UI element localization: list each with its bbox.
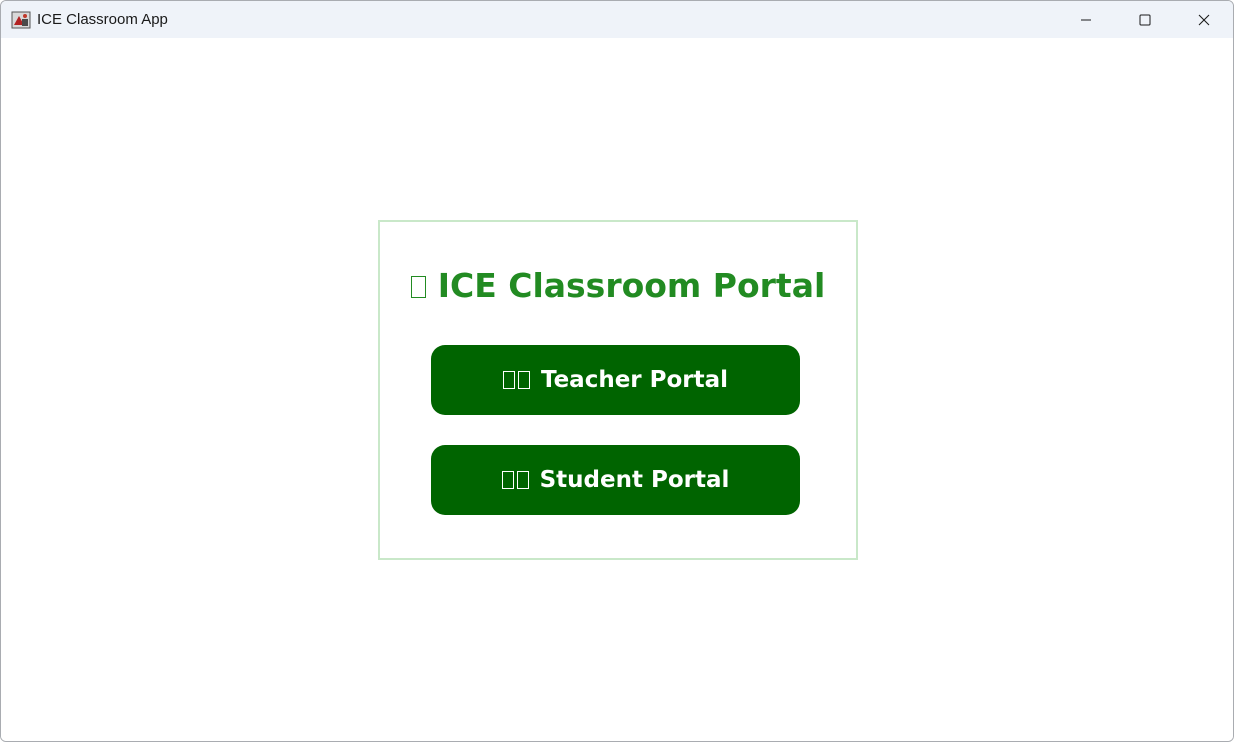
missing-glyph-icon	[410, 276, 426, 298]
app-window: ICE Classroom App ICE Classroom Portal T…	[0, 0, 1234, 742]
teacher-portal-button[interactable]: Teacher Portal	[431, 345, 800, 415]
maximize-icon	[1139, 14, 1151, 25]
title-bar[interactable]: ICE Classroom App	[1, 1, 1233, 38]
java-app-icon	[11, 11, 31, 29]
student-portal-label: Student Portal	[539, 467, 730, 493]
student-portal-button[interactable]: Student Portal	[431, 445, 800, 515]
minimize-icon	[1081, 19, 1091, 20]
portal-panel: ICE Classroom Portal Teacher Portal Stud…	[378, 220, 858, 560]
window-title: ICE Classroom App	[37, 11, 168, 28]
teacher-icon	[502, 371, 533, 389]
teacher-portal-label: Teacher Portal	[540, 367, 729, 393]
maximize-button[interactable]	[1116, 1, 1174, 38]
portal-title: ICE Classroom Portal	[380, 266, 856, 305]
main-content: ICE Classroom Portal Teacher Portal Stud…	[1, 38, 1233, 741]
student-icon	[501, 471, 532, 489]
portal-title-text: ICE Classroom Portal	[437, 266, 826, 305]
minimize-button[interactable]	[1057, 1, 1115, 38]
close-button[interactable]	[1175, 1, 1233, 38]
close-icon	[1198, 14, 1210, 25]
